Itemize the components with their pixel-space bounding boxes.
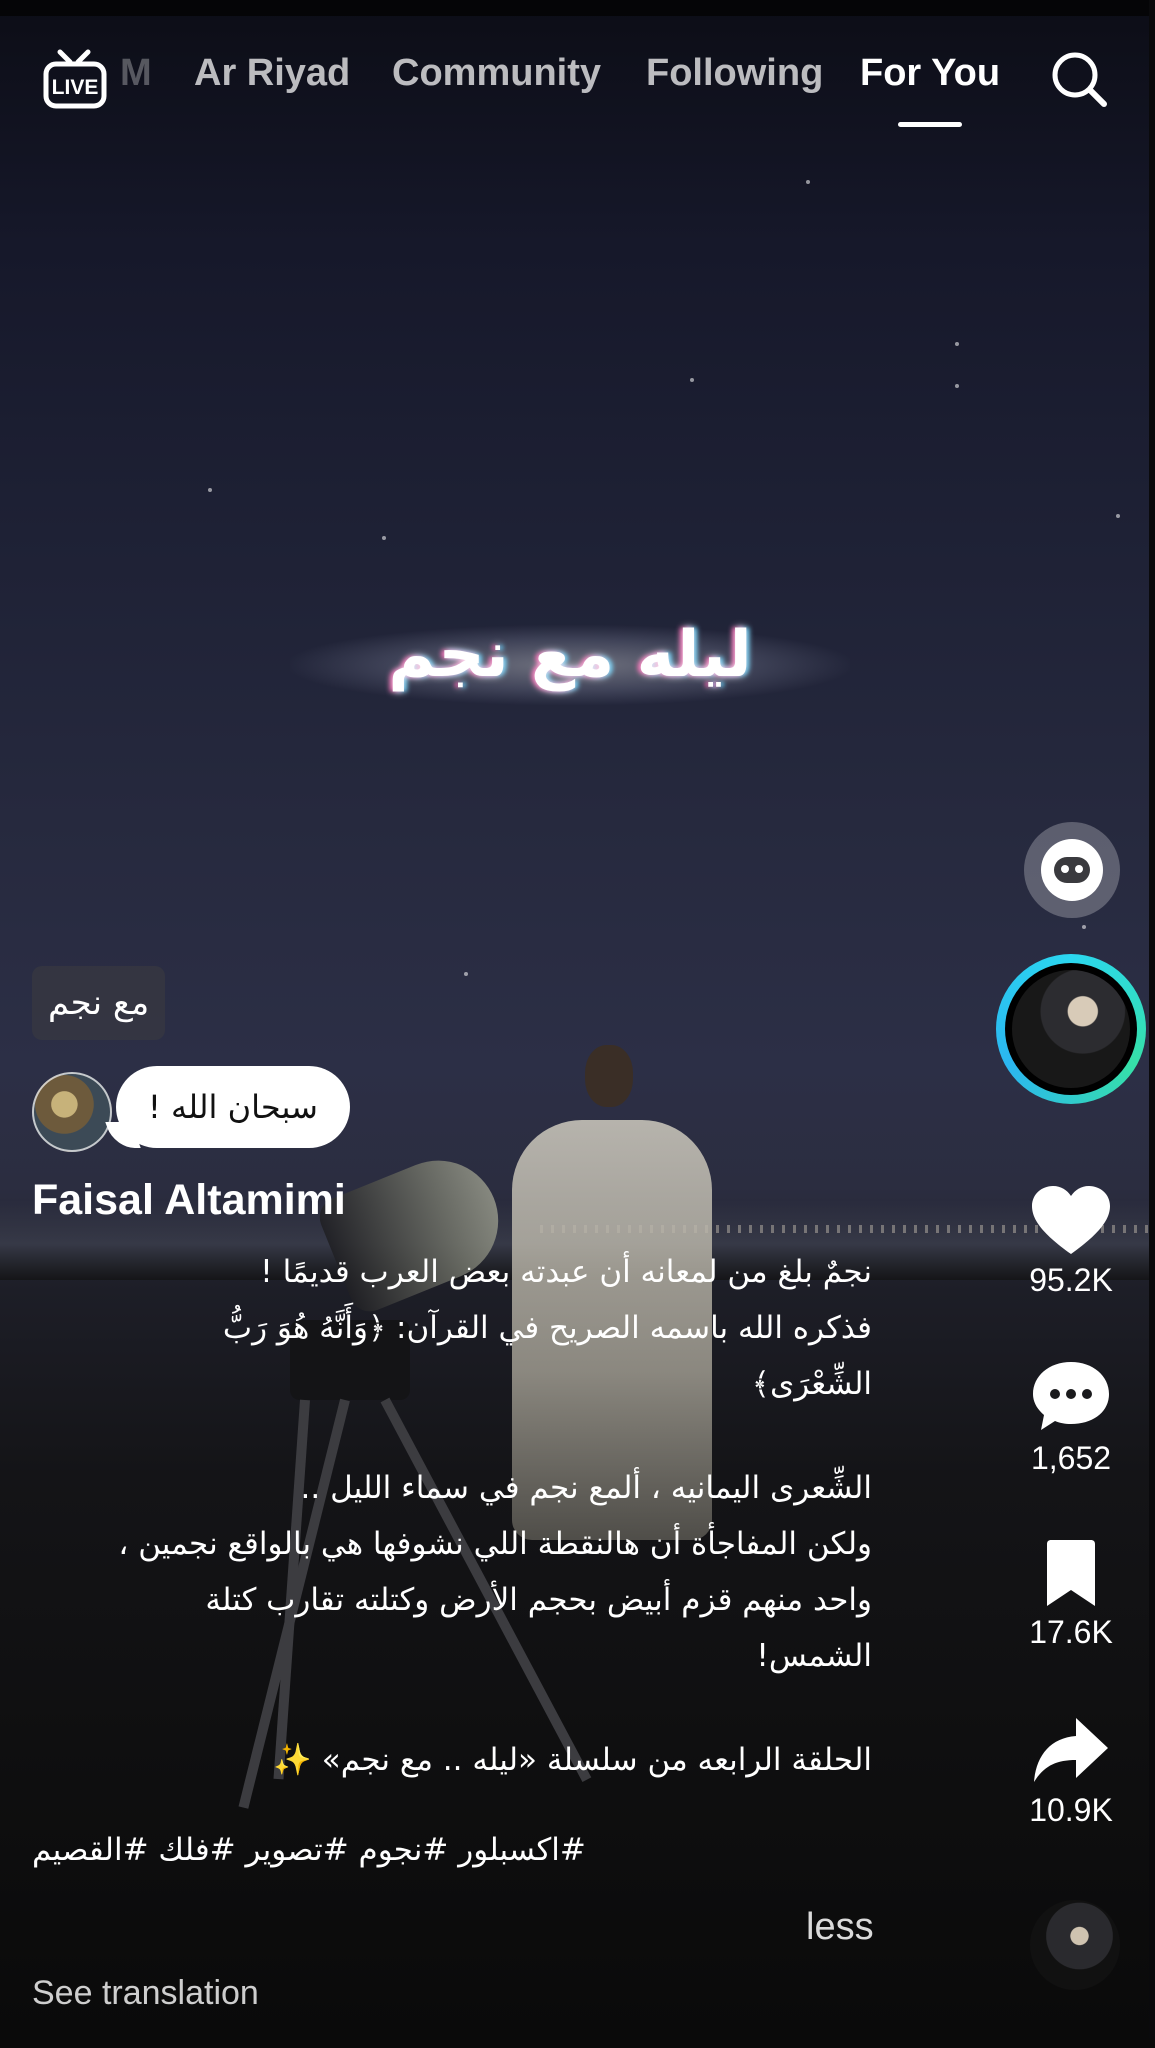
screen-edge	[0, 2038, 1155, 2048]
star	[955, 384, 959, 388]
star	[690, 378, 694, 382]
live-icon[interactable]: LIVE	[42, 48, 108, 112]
sound-disc[interactable]	[1030, 1900, 1120, 1990]
video-screen[interactable]: ليله مع نجم LIVE M Ar Riyad Community Fo…	[0, 0, 1155, 2048]
less-link[interactable]: less	[806, 1906, 874, 1949]
star	[208, 488, 212, 492]
tab-community[interactable]: Community	[392, 52, 601, 95]
tab-faded[interactable]: M	[120, 52, 152, 95]
star	[806, 180, 810, 184]
commenter-avatar	[32, 1072, 112, 1152]
see-translation-link[interactable]: See translation	[32, 1974, 259, 2013]
screen-edge	[1149, 0, 1155, 2048]
comment-bubble-text: سبحان الله !	[148, 1088, 318, 1126]
comment-bubble[interactable]: سبحان الله !	[116, 1066, 350, 1148]
star	[382, 536, 386, 540]
live-label: LIVE	[52, 76, 99, 99]
heart-icon	[1032, 1186, 1110, 1254]
caption-line: نجمٌ بلغ من لمعانه أن عبدته بعض العرب قد…	[260, 1254, 872, 1290]
comment-button[interactable]: 1,652	[1010, 1358, 1132, 1477]
search-icon[interactable]	[1048, 48, 1110, 110]
star	[1082, 925, 1086, 929]
top-navigation: LIVE M Ar Riyad Community Following For …	[0, 40, 1155, 140]
bookmark-button[interactable]: 17.6K	[1010, 1538, 1132, 1651]
caption-line: الحلقة الرابعه من سلسلة «ليله .. مع نجم»…	[273, 1742, 872, 1778]
caption-line: واحد منهم قزم أبيض بحجم الأرض وكتلته تقا…	[205, 1582, 872, 1618]
comment-icon	[1033, 1362, 1109, 1430]
series-chip[interactable]: مع نجم	[32, 966, 166, 1040]
creator-username[interactable]: Faisal Altamimi	[32, 1176, 346, 1225]
tab-ar-riyad[interactable]: Ar Riyad	[194, 52, 350, 95]
caption-line: الشِّعْرَى﴾	[751, 1366, 872, 1402]
status-bar-edge	[0, 0, 1155, 16]
star	[464, 972, 468, 976]
video-overlay-title: ليله مع نجم	[388, 618, 752, 692]
post-caption: نجمٌ بلغ من لمعانه أن عبدته بعض العرب قد…	[32, 1244, 872, 1788]
caption-line: ولكن المفاجأة أن هالنقطة اللي نشوفها هي …	[118, 1526, 872, 1562]
tab-for-you[interactable]: For You	[860, 52, 1000, 95]
like-count: 95.2K	[1029, 1262, 1113, 1298]
avatar	[1012, 970, 1130, 1088]
active-tab-indicator	[898, 122, 962, 127]
creator-avatar-button[interactable]	[996, 954, 1146, 1104]
comment-count: 1,652	[1030, 1440, 1112, 1476]
person-head	[585, 1045, 633, 1107]
star	[1116, 514, 1120, 518]
caption-line: الشِّعرى اليمانيه ، ألمع نجم في سماء الل…	[300, 1470, 872, 1506]
bookmark-icon	[1047, 1540, 1095, 1606]
share-button[interactable]: 10.9K	[1010, 1716, 1132, 1829]
ai-bot-button[interactable]	[1024, 822, 1120, 918]
tab-following[interactable]: Following	[646, 52, 823, 95]
hashtag-list[interactable]: #اكسبلور #نجوم #تصوير #فلك #القصيم	[32, 1832, 672, 1868]
share-icon	[1034, 1718, 1108, 1782]
caption-line: الشمس!	[756, 1638, 872, 1674]
like-button[interactable]: 95.2K	[1010, 1184, 1132, 1299]
star	[955, 342, 959, 346]
bookmark-count: 17.6K	[1029, 1614, 1113, 1650]
ai-bot-icon	[1041, 839, 1103, 901]
caption-line: فذكره الله باسمه الصريح في القرآن: ﴿وَأَ…	[222, 1310, 872, 1346]
share-count: 10.9K	[1029, 1792, 1113, 1828]
